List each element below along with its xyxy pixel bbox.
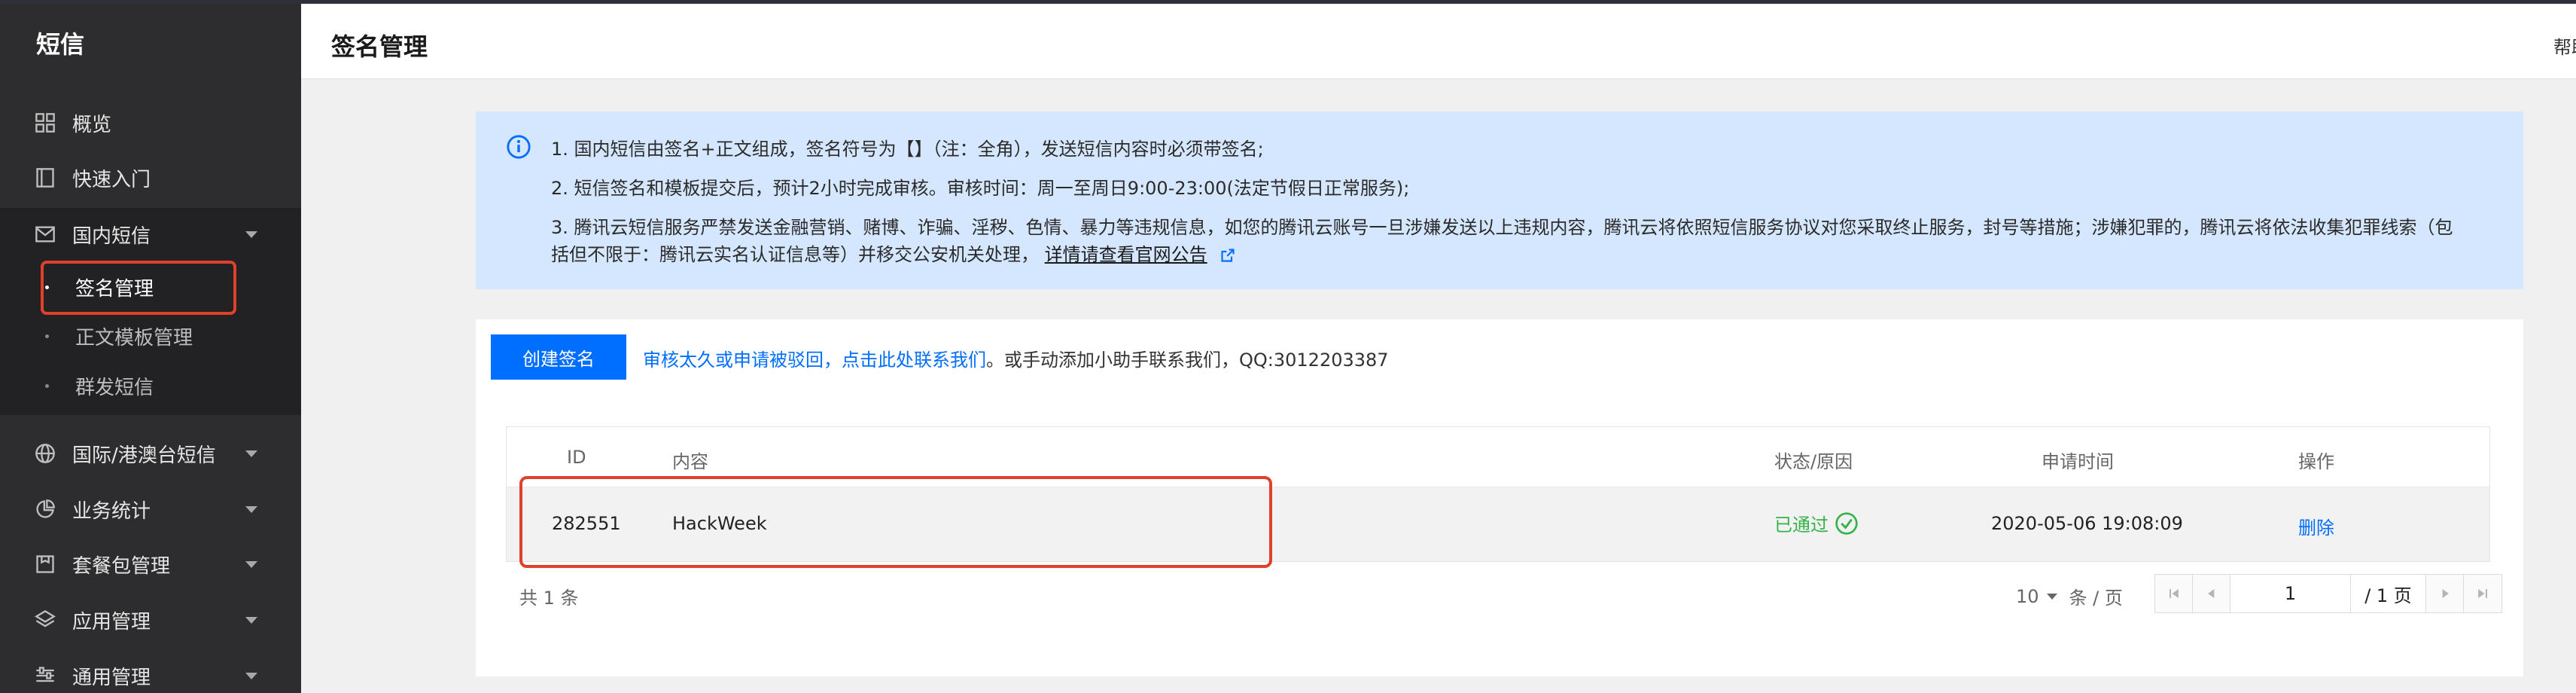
chevron-down-icon bbox=[245, 616, 257, 624]
toolbar-hint-text: 。或手动添加小助手联系我们，QQ:3012203387 bbox=[986, 350, 1389, 371]
chevron-down-icon bbox=[245, 505, 257, 513]
first-page-button[interactable] bbox=[2155, 575, 2193, 612]
sidebar-item-overview[interactable]: 概览 bbox=[0, 96, 301, 149]
globe-icon bbox=[35, 443, 56, 464]
bullet-icon bbox=[45, 383, 49, 388]
cell-status: 已通过 bbox=[1774, 510, 1859, 536]
notice-panel: 1. 国内短信由签名+正文组成，签名符号为【】（注：全角），发送短信内容时必须带… bbox=[476, 111, 2523, 289]
pie-chart-icon bbox=[35, 499, 56, 520]
sidebar-item-label: 套餐包管理 bbox=[72, 554, 171, 578]
sidebar-item-label: 通用管理 bbox=[72, 666, 151, 689]
cell-time: 2020-05-06 19:08:09 bbox=[1991, 513, 2183, 534]
page-size-select[interactable]: 10 条 / 页 bbox=[2016, 583, 2123, 609]
pagination: / 1 页 bbox=[2154, 574, 2502, 613]
column-header-id: ID bbox=[567, 447, 586, 468]
announcement-link[interactable]: 详情请查看官网公告 bbox=[1045, 244, 1207, 265]
page-number-input[interactable] bbox=[2230, 575, 2351, 612]
highlight-box bbox=[519, 476, 1272, 568]
sidebar-item-domestic-sms[interactable]: 国内短信 bbox=[0, 208, 301, 261]
create-signature-button[interactable]: 创建签名 bbox=[491, 334, 626, 380]
page-size-value: 10 bbox=[2016, 585, 2039, 607]
sidebar-item-apps[interactable]: 应用管理 bbox=[0, 594, 301, 646]
sidebar-subitem-label: 正文模板管理 bbox=[75, 326, 193, 350]
prev-page-button[interactable] bbox=[2193, 575, 2230, 612]
sliders-icon bbox=[35, 665, 56, 686]
sidebar: 短信 概览 快速入门 国内短信 签名管理 正文模板管理 群发短信 国际/港澳台短… bbox=[0, 0, 301, 693]
total-count: 共 1 条 bbox=[519, 588, 579, 609]
column-header-status: 状态/原因 bbox=[1774, 451, 1853, 472]
sidebar-item-general[interactable]: 通用管理 bbox=[0, 649, 301, 693]
sidebar-item-packages[interactable]: 套餐包管理 bbox=[0, 538, 301, 591]
next-page-icon bbox=[2442, 589, 2449, 598]
chevron-down-icon bbox=[245, 230, 257, 238]
notice-line-2: 2. 短信签名和模板提交后，预计2小时完成审核。审核时间：周一至周日9:00-2… bbox=[551, 178, 1410, 199]
package-icon bbox=[35, 554, 56, 575]
chevron-down-icon bbox=[2046, 593, 2057, 600]
sidebar-subitem-label: 群发短信 bbox=[75, 376, 154, 399]
page-header: 签名管理 帮助 bbox=[301, 4, 2576, 79]
layers-icon bbox=[35, 609, 56, 630]
help-link[interactable]: 帮助 bbox=[2553, 32, 2576, 59]
chevron-down-icon bbox=[245, 450, 257, 457]
sidebar-item-label: 国内短信 bbox=[72, 224, 151, 248]
column-header-action: 操作 bbox=[2298, 451, 2334, 472]
sidebar-item-quickstart[interactable]: 快速入门 bbox=[0, 151, 301, 204]
bullet-icon bbox=[45, 334, 49, 338]
sidebar-item-label: 业务统计 bbox=[72, 499, 151, 523]
column-header-content: 内容 bbox=[672, 451, 708, 472]
sidebar-item-statistics[interactable]: 业务统计 bbox=[0, 483, 301, 536]
first-page-icon bbox=[2169, 589, 2179, 598]
info-icon bbox=[507, 135, 531, 159]
page-size-unit: 条 / 页 bbox=[2069, 588, 2123, 609]
status-text: 已通过 bbox=[1774, 514, 1828, 536]
chevron-down-icon bbox=[245, 560, 257, 568]
notice-line-4-text: 括但不限于：腾讯云实名认证信息等）并移交公安机关处理， bbox=[551, 244, 1039, 265]
check-circle-icon bbox=[1835, 511, 1858, 535]
notice-line-3: 3. 腾讯云短信服务严禁发送金融营销、赌博、诈骗、淫秽、色情、暴力等违规信息，如… bbox=[551, 217, 2453, 238]
column-header-time: 申请时间 bbox=[2042, 451, 2114, 472]
sidebar-item-label: 概览 bbox=[72, 113, 112, 136]
notice-line-1: 1. 国内短信由签名+正文组成，签名符号为【】（注：全角），发送短信内容时必须带… bbox=[551, 139, 1264, 160]
mail-icon bbox=[35, 224, 56, 245]
chevron-down-icon bbox=[245, 672, 257, 679]
highlight-box bbox=[41, 261, 236, 315]
external-link-icon[interactable] bbox=[1220, 248, 1235, 263]
last-page-icon bbox=[2478, 589, 2487, 598]
sidebar-subitem-template[interactable]: 正文模板管理 bbox=[0, 313, 301, 359]
last-page-button[interactable] bbox=[2464, 575, 2501, 612]
signature-card: 创建签名 审核太久或申请被驳回，点击此处联系我们。或手动添加小助手联系我们，QQ… bbox=[476, 319, 2523, 676]
sidebar-item-label: 国际/港澳台短信 bbox=[72, 444, 216, 467]
grid-icon bbox=[35, 112, 56, 133]
top-strip bbox=[0, 0, 2576, 4]
sidebar-subitem-bulk-sms[interactable]: 群发短信 bbox=[0, 362, 301, 409]
notice-line-4: 括但不限于：腾讯云实名认证信息等）并移交公安机关处理， 详情请查看官网公告 bbox=[551, 240, 1235, 266]
sidebar-item-label: 快速入门 bbox=[72, 168, 151, 191]
prev-page-icon bbox=[2207, 589, 2214, 598]
page-title: 签名管理 bbox=[331, 32, 428, 61]
sidebar-item-international-sms[interactable]: 国际/港澳台短信 bbox=[0, 427, 301, 480]
contact-us-link[interactable]: 审核太久或申请被驳回，点击此处联系我们 bbox=[643, 350, 986, 371]
toolbar-hint: 审核太久或申请被驳回，点击此处联系我们。或手动添加小助手联系我们，QQ:3012… bbox=[643, 345, 1389, 371]
total-pages: / 1 页 bbox=[2351, 575, 2426, 612]
delete-link[interactable]: 删除 bbox=[2298, 513, 2334, 539]
book-icon bbox=[35, 167, 56, 188]
brand-title: 短信 bbox=[36, 30, 85, 59]
sidebar-item-label: 应用管理 bbox=[72, 610, 151, 633]
next-page-button[interactable] bbox=[2426, 575, 2464, 612]
